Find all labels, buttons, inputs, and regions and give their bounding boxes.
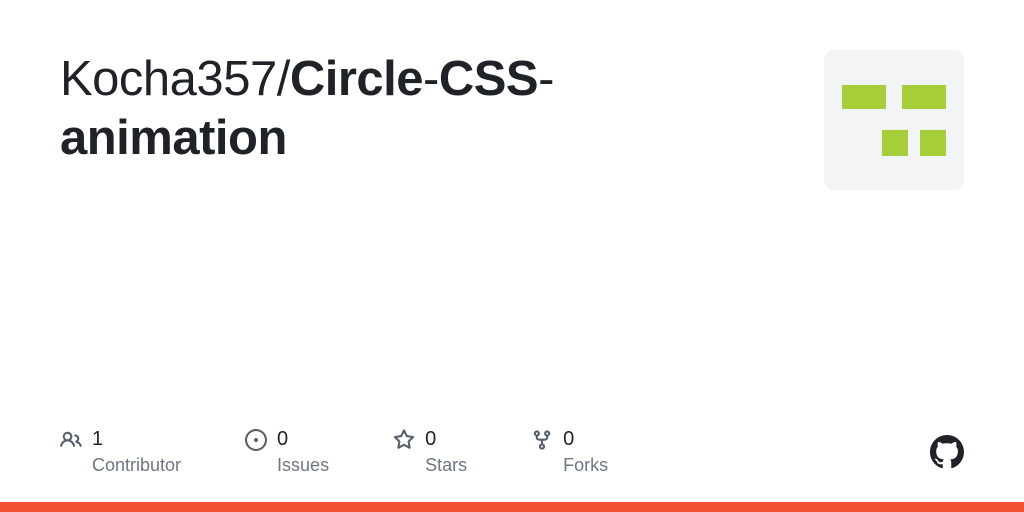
repo-title: Kocha357/Circle-CSS-animation	[60, 50, 554, 168]
people-icon	[60, 429, 82, 451]
repo-avatar	[824, 50, 964, 190]
stat-label: Stars	[425, 455, 467, 476]
repo-name-part3: animation	[60, 111, 287, 165]
repo-owner: Kocha357	[60, 52, 277, 106]
issue-icon	[245, 429, 267, 451]
stat-label: Contributor	[92, 455, 181, 476]
stat-count: 0	[277, 427, 329, 451]
fork-icon	[531, 429, 553, 451]
stat-count: 0	[425, 427, 467, 451]
stat-contributors: 1 Contributor	[60, 427, 181, 476]
stat-stars: 0 Stars	[393, 427, 467, 476]
accent-bar	[0, 502, 1024, 512]
stat-count: 0	[563, 427, 608, 451]
star-icon	[393, 429, 415, 451]
stat-label: Issues	[277, 455, 329, 476]
repo-name-part1: Circle	[290, 52, 423, 106]
avatar-block	[842, 85, 886, 109]
avatar-block	[920, 130, 946, 156]
avatar-block	[882, 130, 908, 156]
repo-name-part2: CSS	[439, 52, 538, 106]
stat-forks: 0 Forks	[531, 427, 608, 476]
avatar-block	[902, 85, 946, 109]
stat-label: Forks	[563, 455, 608, 476]
stat-count: 1	[92, 427, 181, 451]
stats-row: 1 Contributor 0 Issues 0	[60, 427, 964, 476]
github-logo-icon	[930, 435, 964, 469]
stat-issues: 0 Issues	[245, 427, 329, 476]
